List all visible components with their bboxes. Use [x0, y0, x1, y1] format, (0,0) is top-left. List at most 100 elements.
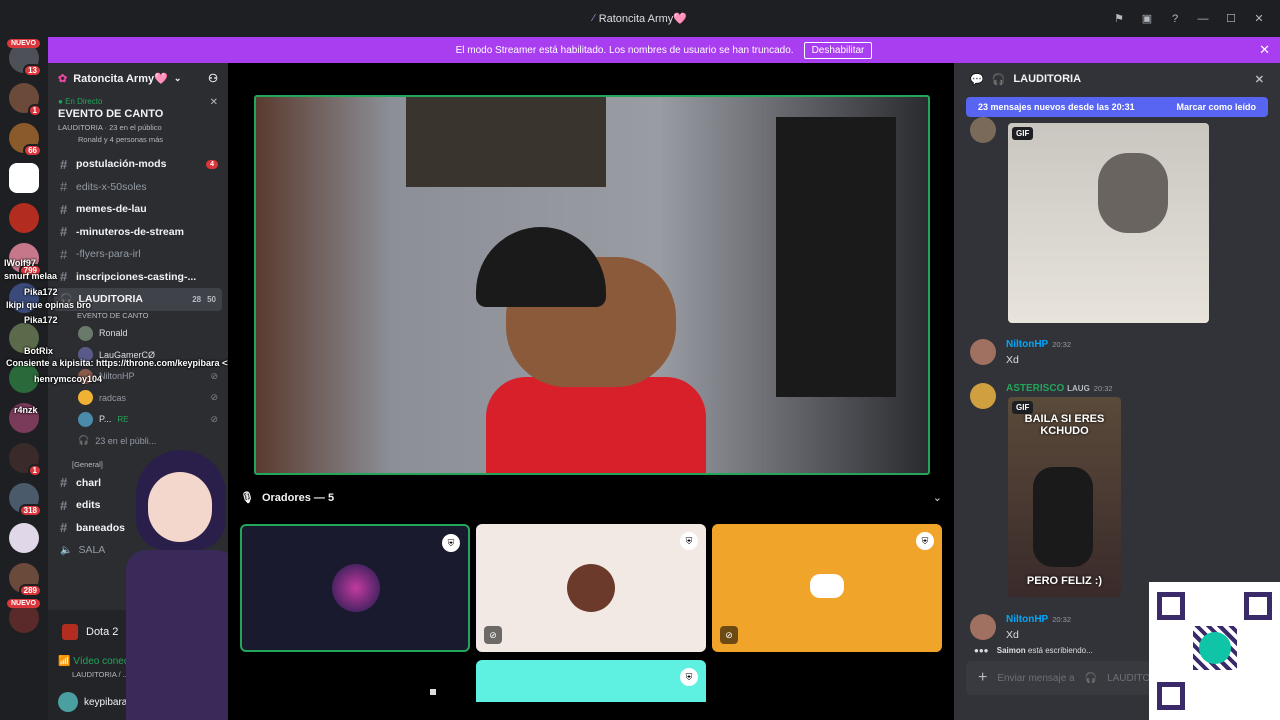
event-title[interactable]: EVENTO DE CANTO: [58, 108, 218, 120]
typing-indicator: ●●● Saimon está escribiendo...: [974, 646, 1093, 655]
moderator-icon: ⛨: [680, 668, 698, 686]
event-people: Ronald y 4 personas más: [78, 135, 164, 144]
gif-dance[interactable]: GIF BAILA SI ERES KCHUDO PERO FELIZ :): [1008, 397, 1121, 597]
dota-icon: [62, 624, 78, 640]
new-badge: NUEVO: [7, 599, 40, 608]
overlay-line: r4nzk: [14, 405, 38, 415]
maximize-icon[interactable]: ☐: [1224, 12, 1238, 26]
title-bar: ⁄ Ratoncita Army🩷 ⚑ ▣ ? — ☐ ✕: [0, 0, 1280, 37]
inbox-icon[interactable]: ▣: [1140, 12, 1154, 26]
server-icon-3[interactable]: 66: [9, 123, 42, 157]
close-chat-icon[interactable]: ✕: [1255, 73, 1264, 86]
add-member-icon[interactable]: ⚇: [208, 72, 218, 85]
muted-icon: ⊘: [210, 370, 218, 381]
overlay-line: henrymccoy104: [34, 374, 103, 384]
server-icon-13[interactable]: 289: [9, 563, 42, 597]
server-icon-10[interactable]: 1: [9, 443, 42, 477]
message-author[interactable]: ASTERISCO LAUG 20:32: [1006, 383, 1113, 394]
channel-inscripciones[interactable]: # inscripciones-casting-...: [48, 266, 228, 289]
qr-finder: [1157, 592, 1185, 620]
mark-read-button[interactable]: Marcar como leído: [1176, 102, 1256, 112]
new-badge: NUEVO: [7, 39, 40, 48]
close-event-icon[interactable]: ✕: [210, 97, 218, 108]
server-icon-12[interactable]: [9, 523, 39, 553]
server-icon: ⁄: [593, 13, 595, 24]
add-attachment-icon[interactable]: +: [978, 669, 987, 687]
voice-user[interactable]: P... RE ⊘: [48, 409, 228, 431]
user-count: 28: [192, 294, 202, 304]
input-channel: LAUDITO: [1107, 672, 1151, 684]
mention-badge: 1: [27, 464, 42, 477]
overlay-line: Pika172: [24, 315, 58, 325]
avatar[interactable]: [970, 383, 996, 409]
hash-icon: #: [60, 224, 68, 240]
hash-icon: #: [60, 179, 68, 195]
chat-header: 💬 🎧 LAUDITORIA ✕: [954, 63, 1280, 95]
avatar[interactable]: [970, 614, 996, 640]
message-time: 20:32: [1052, 340, 1071, 349]
avatar[interactable]: [970, 117, 996, 143]
muted-icon: ⊘: [484, 626, 502, 644]
cap: [476, 227, 606, 307]
speaker-tile[interactable]: ⛨: [476, 660, 706, 702]
speakers-header[interactable]: 🎙 Oradores — 5: [240, 491, 334, 505]
stage-view: 🎙 Oradores — 5 ⌄ ⛨ ⛨ ⊘ ⛨ ⊘ ⛨: [228, 63, 954, 720]
acoustic-panel: [406, 97, 606, 187]
muted-icon: ⊘: [210, 413, 218, 424]
server-icon-11[interactable]: 318: [9, 483, 42, 517]
server-icon-1[interactable]: NUEVO 13: [7, 39, 42, 77]
server-icon-dota[interactable]: [9, 203, 39, 233]
disable-streamer-button[interactable]: Deshabilitar: [803, 41, 873, 59]
chat-message: NiltonHP 20:32 Xd: [970, 339, 1071, 366]
message-author[interactable]: NiltonHP 20:32: [1006, 614, 1071, 625]
mention-badge: 318: [18, 504, 42, 517]
minimize-icon[interactable]: —: [1196, 12, 1210, 26]
voice-user[interactable]: radcas ⊘: [48, 387, 228, 409]
role-tag: LAUG: [1067, 384, 1090, 393]
voice-user[interactable]: Ronald: [48, 323, 228, 345]
channel-minuteros[interactable]: # -minuteros-de-stream: [48, 221, 228, 244]
speaker-tile[interactable]: ⛨ ⊘: [712, 524, 942, 652]
channel-postulacion-mods[interactable]: # postulación-mods 4: [48, 153, 228, 176]
speaker-tile[interactable]: ⛨: [240, 524, 470, 652]
overlay-line: Pika172: [24, 287, 58, 297]
window-title: Ratoncita Army🩷: [598, 13, 687, 25]
channel-flyers[interactable]: # -flyers-para-irl: [48, 243, 228, 266]
close-window-icon[interactable]: ✕: [1252, 12, 1266, 26]
hash-icon: #: [60, 201, 68, 217]
chevron-down-icon[interactable]: ⌄: [933, 491, 942, 504]
event-meta: LAUDITORIA · 23 en el público: [58, 123, 162, 132]
new-messages-bar[interactable]: 23 mensajes nuevos desde las 20:31 Marca…: [966, 97, 1268, 117]
avatar: [58, 692, 78, 712]
message-author[interactable]: NiltonHP 20:32: [1006, 339, 1071, 350]
user-tag: RE: [117, 414, 129, 424]
stream-video[interactable]: [254, 95, 930, 475]
message-time: 20:32: [1052, 615, 1071, 624]
channel-edits-x-50soles[interactable]: # edits-x-50soles: [48, 176, 228, 199]
headphones-icon: 🎧: [1084, 672, 1098, 684]
speaker-avatar: [567, 564, 615, 612]
avatar[interactable]: [970, 339, 996, 365]
server-icon-2[interactable]: 1: [9, 83, 42, 117]
channel-memes-de-lau[interactable]: # memes-de-lau: [48, 198, 228, 221]
avatar: [78, 325, 93, 341]
moderator-icon: ⛨: [442, 534, 460, 552]
speaker-tile[interactable]: ⛨ ⊘: [476, 524, 706, 652]
pagination-dot: [430, 689, 436, 695]
flag-icon[interactable]: ⚑: [1112, 12, 1126, 26]
chevron-down-icon: ⌄: [173, 72, 182, 83]
chat-channel-name: LAUDITORIA: [1013, 73, 1082, 85]
headphones-icon: 🎧: [991, 73, 1006, 86]
avatar: [78, 390, 93, 406]
gif-cat[interactable]: GIF: [1008, 123, 1209, 323]
muted-icon: ⊘: [720, 626, 738, 644]
moderator-icon: ⛨: [916, 532, 934, 550]
chat-bubble-icon: 💬: [970, 73, 984, 86]
avatar: [78, 411, 93, 427]
server-icon-14[interactable]: NUEVO: [7, 599, 40, 633]
help-icon[interactable]: ?: [1168, 12, 1182, 26]
close-banner-icon[interactable]: ✕: [1259, 42, 1270, 58]
speaker-icon: 🔈: [60, 544, 73, 556]
server-header[interactable]: ✿ Ratoncita Army🩷 ⌄ ⚇: [48, 63, 228, 93]
server-icon-4[interactable]: [9, 163, 39, 193]
